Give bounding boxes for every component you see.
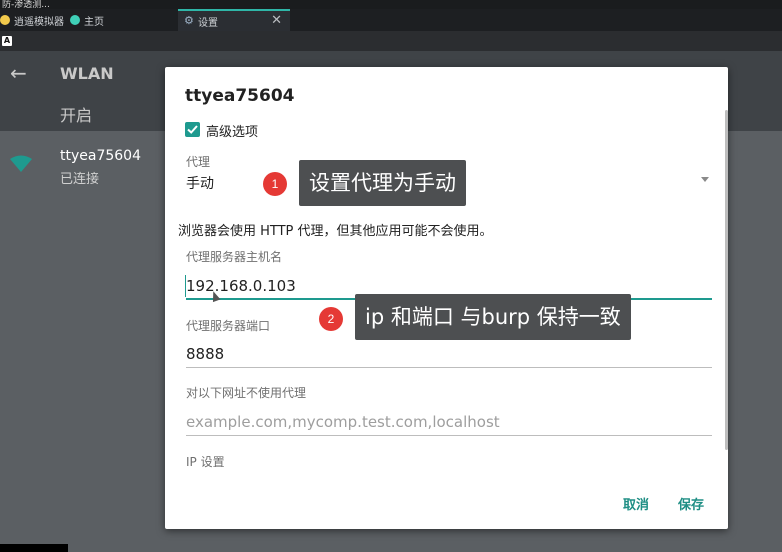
port-underline (186, 367, 712, 368)
annotation-callout-2: ip 和端口 与burp 保持一致 (355, 294, 631, 340)
proxy-label: 代理 (186, 155, 211, 169)
wlan-toggle-label[interactable]: 开启 (60, 102, 92, 126)
back-arrow-icon[interactable]: ← (10, 61, 27, 85)
bypass-input[interactable]: example.com,mycomp.test.com,localhost (186, 413, 500, 431)
wifi-icon (10, 155, 32, 172)
text-caret (185, 275, 186, 297)
host-label: 代理服务器主机名 (186, 250, 283, 264)
annotation-badge-1: 1 (263, 172, 287, 196)
tab-settings[interactable]: ⚙ 设置 ✕ (178, 9, 290, 31)
port-label: 代理服务器端口 (186, 319, 271, 333)
gear-icon: ⚙ (184, 14, 194, 27)
window-title-bar: 防-渗透测... (0, 0, 782, 10)
tab-emulator[interactable]: 逍遥模拟器 (0, 9, 65, 31)
dropdown-arrow-icon[interactable] (701, 177, 709, 182)
tab-label: 设置 (198, 17, 218, 29)
page-title: WLAN (60, 64, 114, 83)
app-icon (0, 15, 10, 25)
advanced-options-checkbox[interactable] (185, 122, 200, 137)
check-icon (187, 125, 198, 134)
tab-label: 逍遥模拟器 (14, 16, 64, 28)
network-ssid[interactable]: ttyea75604 (60, 148, 141, 164)
proxy-select[interactable]: 手动 (186, 173, 214, 193)
taskbar-fragment (0, 544, 68, 552)
save-button[interactable]: 保存 (678, 494, 704, 513)
network-status: 已连接 (60, 172, 100, 187)
cancel-button[interactable]: 取消 (623, 494, 649, 513)
proxy-warning: 浏览器会使用 HTTP 代理，但其他应用可能不会使用。 (178, 224, 493, 239)
ip-settings-label[interactable]: IP 设置 (186, 453, 225, 470)
tab-label: 主页 (84, 16, 104, 28)
dialog-scrollbar[interactable] (725, 110, 728, 450)
advanced-options-label: 高级选项 (206, 125, 259, 140)
bypass-label: 对以下网址不使用代理 (186, 386, 307, 400)
close-icon[interactable]: ✕ (271, 13, 282, 28)
toolbar: A (0, 31, 782, 51)
bypass-underline (186, 435, 712, 436)
home-icon (70, 15, 80, 25)
annotation-callout-1: 设置代理为手动 (299, 160, 466, 206)
tab-home[interactable]: 主页 (70, 9, 175, 31)
annotation-badge-2: 2 (319, 307, 343, 331)
tab-bar: 逍遥模拟器 主页 ⚙ 设置 ✕ (0, 9, 782, 31)
port-input[interactable]: 8888 (186, 345, 224, 363)
dialog-title: ttyea75604 (185, 86, 295, 106)
host-input[interactable]: 192.168.0.103 (186, 277, 296, 295)
keyboard-a-icon[interactable]: A (2, 36, 12, 46)
